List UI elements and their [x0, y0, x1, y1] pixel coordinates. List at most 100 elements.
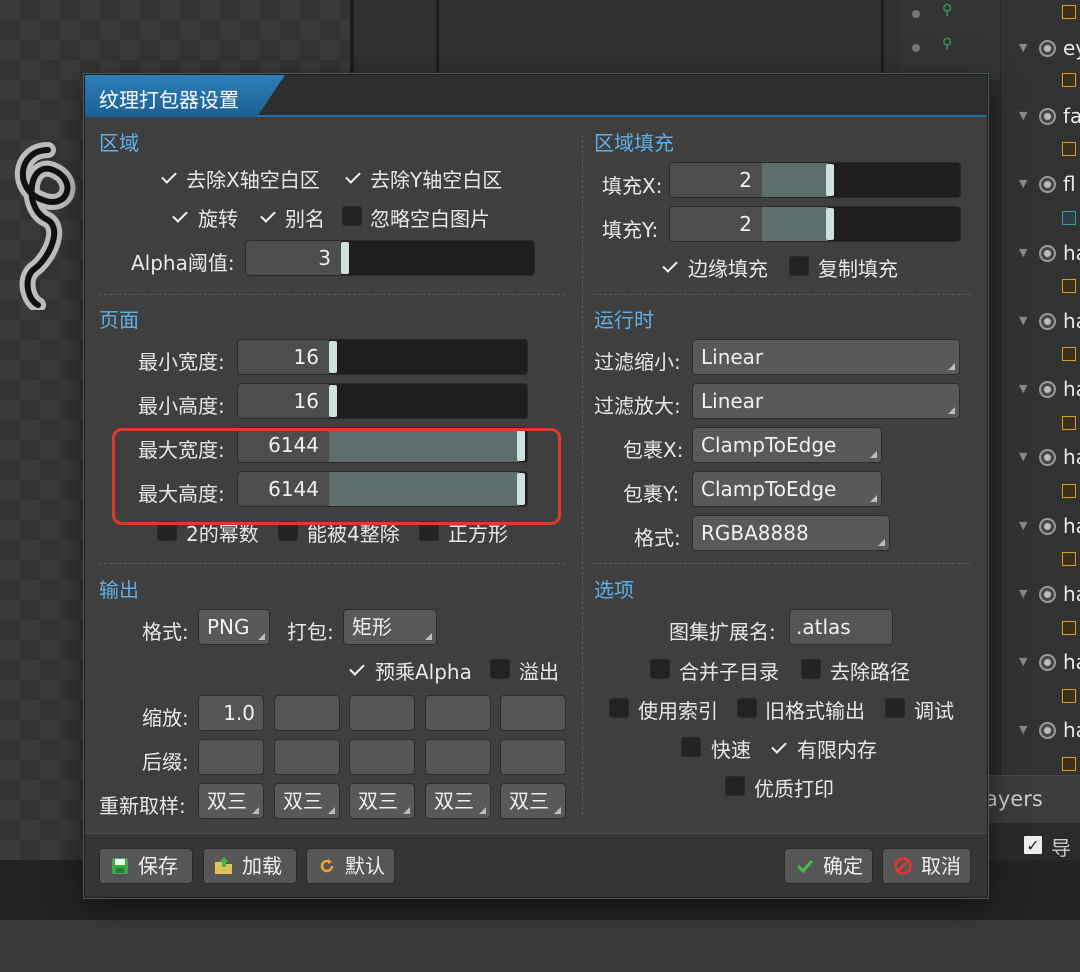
- resample-select[interactable]: 双三: [425, 783, 491, 819]
- alpha-threshold-handle[interactable]: [341, 242, 349, 274]
- expand-icon[interactable]: ▼: [1019, 450, 1027, 463]
- tree-item[interactable]: ▼ha: [1001, 581, 1080, 611]
- wrap-y-select[interactable]: ClampToEdge: [692, 471, 882, 507]
- tree-item[interactable]: ▼ha: [1001, 444, 1080, 474]
- scale-field[interactable]: [349, 695, 415, 731]
- scale-field[interactable]: 1.0: [198, 695, 264, 731]
- resample-select[interactable]: 双三: [274, 783, 340, 819]
- visibility-icon[interactable]: [1039, 176, 1056, 193]
- tree-item[interactable]: ▼ fl: [1001, 171, 1080, 201]
- expand-icon[interactable]: ▼: [1019, 382, 1027, 395]
- edge-padding-checkbox[interactable]: [659, 256, 679, 276]
- section-divider: [594, 294, 970, 295]
- visibility-icon[interactable]: [1039, 245, 1056, 262]
- min-width-spinner[interactable]: 16: [237, 339, 528, 375]
- runtime-format-select[interactable]: RGBA8888: [692, 515, 890, 551]
- load-button[interactable]: 加载: [203, 848, 297, 884]
- strip-y-checkbox[interactable]: [342, 167, 362, 187]
- expand-icon[interactable]: ▼: [1019, 655, 1027, 668]
- visibility-icon[interactable]: [1039, 518, 1056, 535]
- min-height-value[interactable]: 16: [238, 384, 329, 418]
- expand-icon[interactable]: ▼: [1019, 177, 1027, 190]
- combine-subdirs-checkbox[interactable]: [650, 659, 670, 679]
- suffix-field[interactable]: [198, 739, 264, 775]
- tree-item[interactable]: ▼ha: [1001, 308, 1080, 338]
- wrap-x-select[interactable]: ClampToEdge: [692, 427, 882, 463]
- expand-icon[interactable]: ▼: [1019, 587, 1027, 600]
- pad-x-value[interactable]: 2: [670, 163, 762, 197]
- visibility-icon[interactable]: [1039, 108, 1056, 125]
- expand-icon[interactable]: ▼: [1019, 41, 1027, 54]
- default-button[interactable]: 默认: [306, 848, 395, 884]
- duplicate-padding-checkbox[interactable]: [789, 256, 809, 276]
- visibility-icon[interactable]: [1039, 654, 1056, 671]
- ok-button[interactable]: 确定: [784, 848, 873, 884]
- expand-icon[interactable]: ▼: [1019, 109, 1027, 122]
- pad-y-spinner[interactable]: 2: [669, 206, 961, 242]
- visibility-icon[interactable]: [1039, 586, 1056, 603]
- fast-checkbox[interactable]: [681, 737, 701, 757]
- tree-item[interactable]: ▼ey: [1001, 35, 1080, 65]
- pretty-print-checkbox[interactable]: [725, 776, 745, 796]
- alias-checkbox[interactable]: [257, 206, 277, 226]
- expand-icon[interactable]: ▼: [1019, 723, 1027, 736]
- ignore-blank-checkbox[interactable]: [342, 206, 362, 226]
- premultiply-alpha-checkbox[interactable]: [346, 659, 366, 679]
- visibility-icon[interactable]: [1039, 313, 1056, 330]
- cancel-button[interactable]: 取消: [882, 848, 971, 884]
- tree-item[interactable]: ▼ha: [1001, 240, 1080, 270]
- flatten-paths-checkbox[interactable]: [801, 659, 821, 679]
- debug-checkbox[interactable]: [885, 698, 905, 718]
- resample-select[interactable]: 双三: [198, 783, 264, 819]
- dialog-footer: 保存 加载 默认 确定 取消: [85, 833, 987, 897]
- tree-item[interactable]: ▼ha: [1001, 717, 1080, 747]
- suffix-field[interactable]: [425, 739, 491, 775]
- min-width-value[interactable]: 16: [238, 340, 329, 374]
- visibility-icon[interactable]: [1039, 449, 1056, 466]
- expand-icon[interactable]: ▼: [1019, 246, 1027, 259]
- use-indexes-checkbox[interactable]: [609, 698, 629, 718]
- strip-x-checkbox[interactable]: [158, 167, 178, 187]
- min-height-spinner[interactable]: 16: [237, 383, 528, 419]
- save-button[interactable]: 保存: [99, 848, 193, 884]
- scale-field[interactable]: [425, 695, 491, 731]
- tree-item[interactable]: ▼ha: [1001, 649, 1080, 679]
- limit-memory-checkbox[interactable]: [768, 737, 788, 757]
- legacy-output-checkbox[interactable]: [737, 698, 757, 718]
- packing-select[interactable]: 矩形: [343, 609, 437, 645]
- layers-panel-header[interactable]: ayers: [985, 775, 1080, 823]
- filter-min-select[interactable]: Linear: [692, 339, 960, 375]
- pad-y-value[interactable]: 2: [670, 207, 762, 241]
- tree-item[interactable]: ▼ha: [1001, 513, 1080, 543]
- pad-y-handle[interactable]: [826, 208, 834, 240]
- min-width-handle[interactable]: [329, 341, 337, 373]
- output-format-select[interactable]: PNG: [198, 609, 270, 645]
- scale-field[interactable]: [500, 695, 566, 731]
- suffix-field[interactable]: [349, 739, 415, 775]
- resample-select[interactable]: 双三: [500, 783, 566, 819]
- atlas-extension-field[interactable]: .atlas: [789, 609, 893, 645]
- suffix-field[interactable]: [500, 739, 566, 775]
- expand-icon[interactable]: ▼: [1019, 519, 1027, 532]
- resample-select[interactable]: 双三: [349, 783, 415, 819]
- bleed-checkbox[interactable]: [490, 659, 510, 679]
- suffix-field[interactable]: [274, 739, 340, 775]
- visibility-icon[interactable]: [1039, 40, 1056, 57]
- pad-x-handle[interactable]: [826, 164, 834, 196]
- tree-item[interactable]: ▼ fa: [1001, 103, 1080, 133]
- visibility-icon[interactable]: [1039, 722, 1056, 739]
- alpha-threshold-value[interactable]: 3: [246, 241, 341, 275]
- dialog-titlebar[interactable]: 纹理打包器设置: [85, 75, 987, 117]
- pad-x-spinner[interactable]: 2: [669, 162, 961, 198]
- hierarchy-tree[interactable]: ▼ey ▼fa ▼fl ▼ha ▼ha ▼ha ▼ha ▼ha ▼ha ▼ha …: [1000, 0, 1080, 775]
- export-checkbox[interactable]: ✓: [1023, 835, 1043, 855]
- rotation-checkbox[interactable]: [169, 206, 189, 226]
- min-height-handle[interactable]: [329, 385, 337, 417]
- expand-icon[interactable]: ▼: [1019, 314, 1027, 327]
- scale-field[interactable]: [274, 695, 340, 731]
- output-heading: 输出: [99, 578, 139, 602]
- alpha-threshold-spinner[interactable]: 3: [245, 240, 535, 276]
- visibility-icon[interactable]: [1039, 381, 1056, 398]
- tree-item[interactable]: ▼ha: [1001, 376, 1080, 406]
- filter-mag-select[interactable]: Linear: [692, 383, 960, 419]
